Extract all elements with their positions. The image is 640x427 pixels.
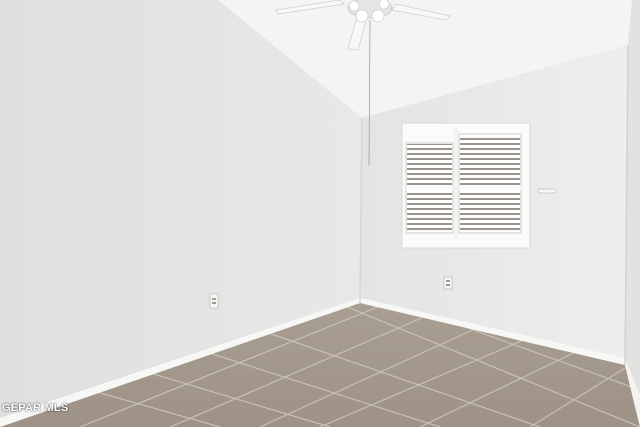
outlet-icon: [443, 276, 453, 290]
room-photo: GEPAR MLS: [0, 0, 640, 427]
outlet-icon: [209, 293, 219, 309]
window-shutter-icon: [401, 122, 531, 249]
light-switch-icon: [537, 188, 557, 194]
room-illustration: [0, 0, 640, 427]
watermark-text: GEPAR MLS: [2, 402, 69, 414]
